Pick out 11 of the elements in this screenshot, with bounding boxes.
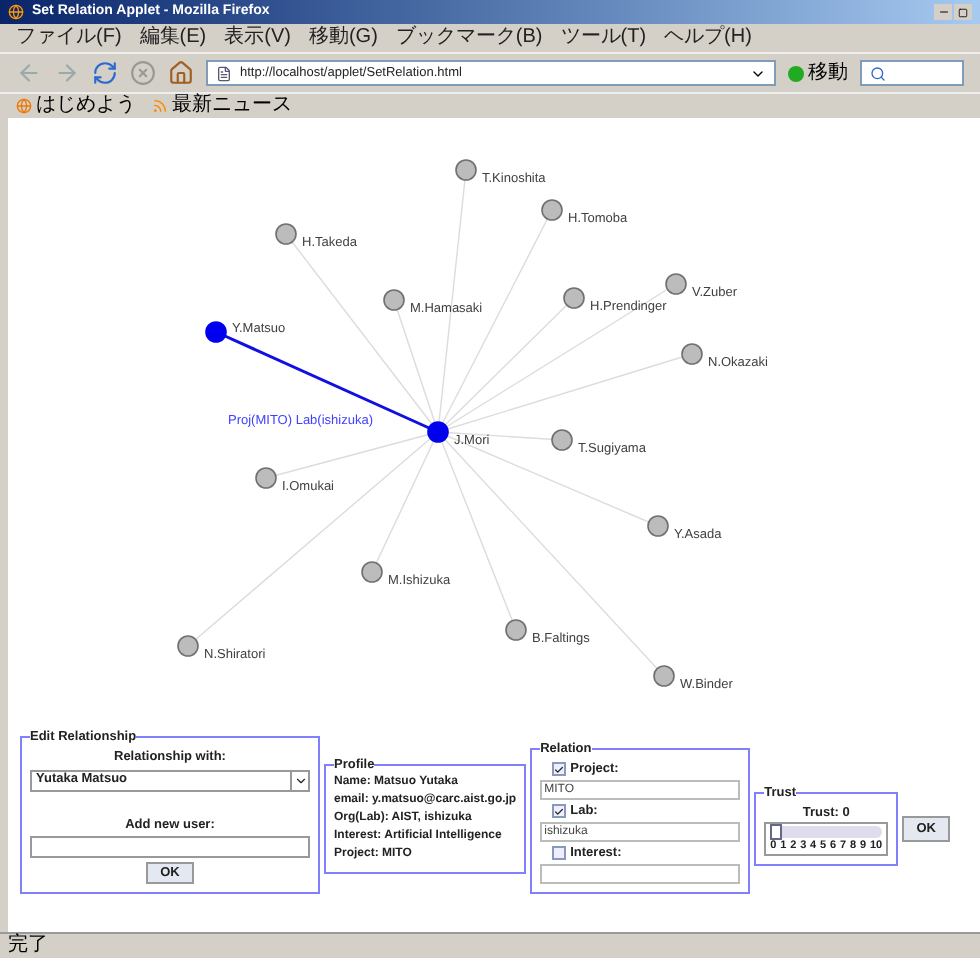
bookmark-item[interactable]: 最新ニュース <box>152 96 292 116</box>
menu-item[interactable]: ブックマーク(B) <box>395 28 543 48</box>
menu-item[interactable]: ヘルプ(H) <box>664 28 752 48</box>
menu-item[interactable]: 編集(E) <box>139 28 207 48</box>
menu-item[interactable]: ツール(T) <box>560 28 647 48</box>
go-button[interactable]: 移動 <box>788 63 848 83</box>
menu-item[interactable]: 移動(G) <box>308 28 378 48</box>
menu-item[interactable]: 表示(V) <box>224 28 291 48</box>
bookmark-item[interactable]: はじめよう <box>16 96 136 116</box>
status-text: 完了 <box>8 936 48 956</box>
menu-item[interactable]: ファイル(F) <box>16 28 122 48</box>
